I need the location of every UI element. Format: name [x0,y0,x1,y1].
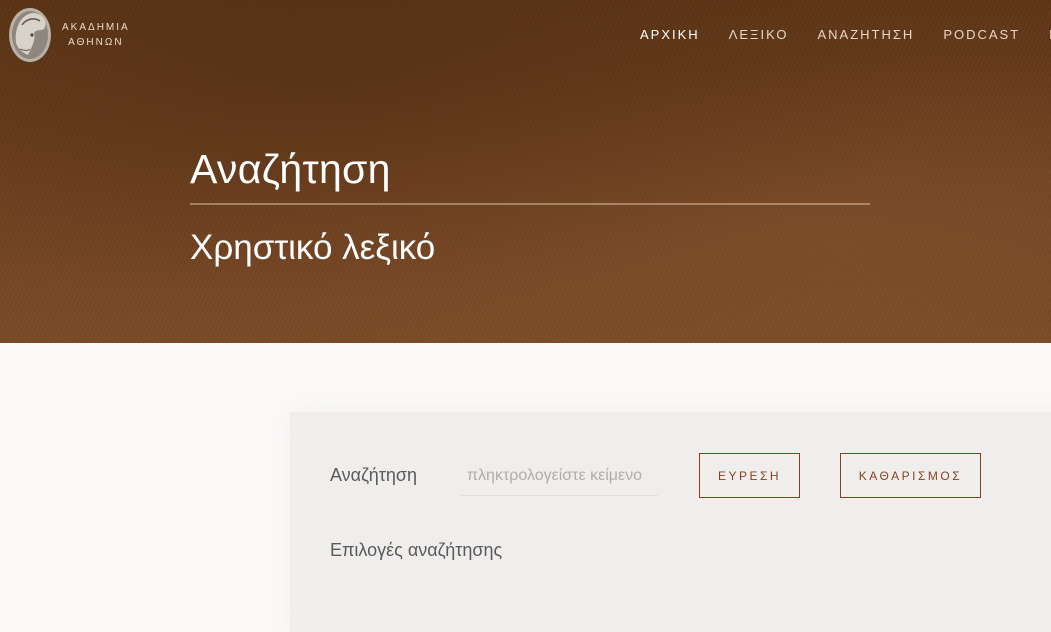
title-divider [190,203,870,205]
athena-helmet-coin-icon [6,5,54,65]
clear-button[interactable]: ΚΑΘΑΡΙΣΜΟΣ [840,453,981,498]
search-label: Αναζήτηση [330,465,417,485]
logo-line-1: ΑΚΑΔΗΜΙΑ [62,22,130,33]
logo[interactable]: ΑΚΑΔΗΜΙΑ ΑΘΗΝΩΝ [6,5,130,65]
logo-text: ΑΚΑΔΗΜΙΑ ΑΘΗΝΩΝ [62,20,130,50]
hero-banner: ΑΚΑΔΗΜΙΑ ΑΘΗΝΩΝ ΑΡΧΙΚΗ ΛΕΞΙΚΟ ΑΝΑΖΗΤΗΣΗ … [0,0,1051,343]
nav-item-dictionary[interactable]: ΛΕΞΙΚΟ [729,27,789,42]
search-panel [290,412,1051,632]
logo-line-2: ΑΘΗΝΩΝ [68,37,124,48]
page-title: Αναζήτηση [190,146,391,192]
main-nav: ΑΡΧΙΚΗ ΛΕΞΙΚΟ ΑΝΑΖΗΤΗΣΗ PODCAST ΕΠ [640,27,1051,42]
find-button[interactable]: ΕΥΡΕΣΗ [699,453,800,498]
search-options-toggle[interactable]: Επιλογές αναζήτησης [330,540,502,561]
nav-item-podcast[interactable]: PODCAST [943,27,1020,42]
nav-item-search[interactable]: ΑΝΑΖΗΤΗΣΗ [818,27,915,42]
search-input[interactable] [460,456,658,496]
nav-item-home[interactable]: ΑΡΧΙΚΗ [640,27,700,42]
page-subtitle: Χρηστικό λεξικό [190,228,436,267]
